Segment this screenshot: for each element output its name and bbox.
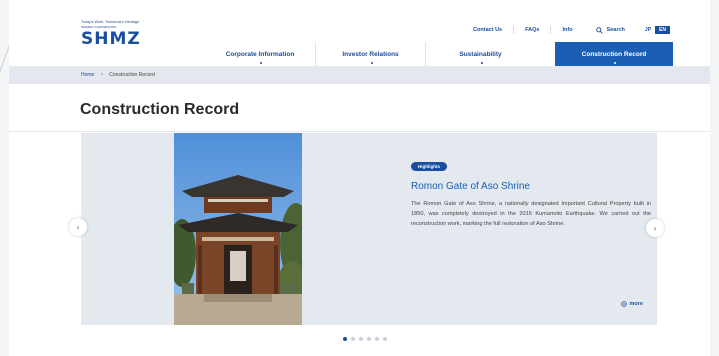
nav-construction-record[interactable]: Construction Record [555, 42, 673, 66]
lang-jp-button[interactable]: JP [641, 26, 655, 34]
faqs-link[interactable]: FAQs [514, 26, 552, 34]
highlights-badge: Highlights [411, 162, 447, 171]
slide-description: The Romon Gate of Aso Shrine, a national… [411, 201, 651, 227]
site-logo[interactable]: Today's Work, Tomorrow's Heritage SHIMIZ… [81, 20, 161, 49]
nav-label: Investor Relations [342, 51, 399, 58]
nav-corporate-information[interactable]: Corporate Information [205, 42, 315, 66]
breadcrumb-current: Construction Record [109, 72, 155, 78]
page-title: Construction Record [80, 101, 240, 118]
carousel-dot[interactable] [367, 337, 371, 341]
breadcrumb: Home > Construction Record [9, 66, 710, 84]
nav-label: Sustainability [459, 51, 502, 58]
slide-content: Highlights Romon Gate of Aso Shrine The … [411, 155, 651, 229]
carousel-dot[interactable] [351, 337, 355, 341]
search-button[interactable]: Search [584, 26, 637, 34]
carousel-dot[interactable] [359, 337, 363, 341]
search-label: Search [606, 27, 625, 33]
nav-indicator-dot [260, 62, 262, 64]
nav-indicator-dot [370, 62, 373, 64]
logo-wordmark: SHMZ [81, 29, 141, 49]
carousel-dot[interactable] [343, 337, 347, 341]
breadcrumb-separator: > [100, 72, 104, 78]
nav-investor-relations[interactable]: Investor Relations [315, 42, 425, 66]
page: Today's Work, Tomorrow's Heritage SHIMIZ… [9, 0, 710, 356]
nav-label: Corporate Information [225, 51, 295, 58]
more-link[interactable]: more [620, 301, 643, 307]
chevron-right-icon: › [653, 223, 657, 233]
plus-circle-icon [620, 301, 627, 307]
search-icon [595, 26, 603, 34]
breadcrumb-home-link[interactable]: Home [81, 72, 94, 78]
site-header: Today's Work, Tomorrow's Heritage SHIMIZ… [9, 0, 710, 66]
global-nav: Corporate Information Investor Relations… [205, 42, 673, 66]
info-link[interactable]: Info [551, 26, 583, 34]
more-label: more [629, 301, 643, 307]
carousel-slide[interactable]: Highlights Romon Gate of Aso Shrine The … [81, 133, 657, 325]
title-divider [9, 131, 710, 132]
utility-nav: Contact Us FAQs Info Search JP EN [462, 26, 670, 34]
slide-heading[interactable]: Romon Gate of Aso Shrine [411, 181, 651, 192]
nav-sustainability[interactable]: Sustainability [425, 42, 535, 66]
nav-indicator-dot [614, 62, 616, 64]
carousel-prev-button[interactable]: ‹ [69, 218, 87, 236]
carousel-dot[interactable] [375, 337, 379, 341]
logo-tagline: Today's Work, Tomorrow's Heritage [81, 20, 139, 24]
contact-us-link[interactable]: Contact Us [462, 26, 515, 34]
nav-label: Construction Record [581, 51, 647, 58]
carousel-dot[interactable] [383, 337, 387, 341]
lang-en-button[interactable]: EN [655, 26, 670, 34]
shrine-gate-photo [174, 133, 302, 325]
carousel-next-button[interactable]: › [646, 219, 664, 237]
language-switcher: JP EN [641, 26, 670, 34]
chevron-left-icon: ‹ [76, 222, 80, 232]
nav-indicator-dot [480, 62, 483, 64]
carousel-pagination [343, 337, 387, 341]
